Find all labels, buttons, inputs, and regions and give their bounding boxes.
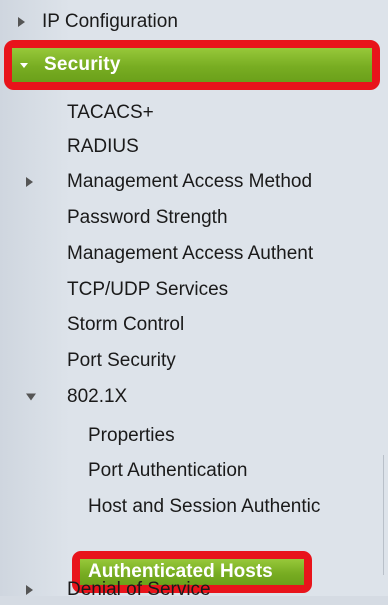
- nav-item-port-authentication[interactable]: Port Authentication: [0, 453, 388, 489]
- nav-item-denial-of-service[interactable]: Denial of Service: [0, 575, 388, 605]
- nav-item-tacacs[interactable]: TACACS+: [0, 95, 388, 131]
- nav-item-label: Port Authentication: [88, 460, 248, 481]
- panel-divider: [383, 455, 384, 575]
- nav-item-802-1x[interactable]: 802.1X: [0, 379, 388, 415]
- nav-item-label: Denial of Service: [67, 579, 211, 600]
- nav-item-properties[interactable]: Properties: [0, 418, 388, 454]
- nav-item-label: TCP/UDP Services: [67, 279, 229, 300]
- nav-item-label: Management Access Authent: [67, 243, 314, 264]
- nav-item-label: TACACS+: [67, 102, 154, 123]
- nav-item-label: Properties: [88, 425, 175, 446]
- nav-item-label: Management Access Method: [67, 171, 313, 192]
- nav-item-tcp-udp-services[interactable]: TCP/UDP Services: [0, 272, 388, 308]
- nav-item-management-access-authentication[interactable]: Management Access Authent: [0, 236, 388, 272]
- nav-item-label: Host and Session Authentic: [88, 496, 321, 517]
- nav-item-management-access-method[interactable]: Management Access Method: [0, 164, 388, 200]
- nav-item-label: Password Strength: [67, 207, 228, 228]
- nav-item-port-security[interactable]: Port Security: [0, 343, 388, 379]
- nav-item-ip-configuration[interactable]: IP Configuration: [0, 4, 388, 40]
- nav-item-label: RADIUS: [67, 136, 139, 157]
- nav-item-password-strength[interactable]: Password Strength: [0, 200, 388, 236]
- security-header-bar: Security: [12, 48, 372, 82]
- nav-item-host-session-authentication[interactable]: Host and Session Authentic: [0, 489, 388, 525]
- nav-item-radius[interactable]: RADIUS: [0, 129, 388, 165]
- expand-arrow-icon[interactable]: [26, 177, 33, 187]
- collapse-arrow-icon: [20, 62, 28, 68]
- nav-item-label: Storm Control: [67, 314, 185, 335]
- expand-arrow-icon[interactable]: [26, 585, 33, 595]
- expand-arrow-icon[interactable]: [18, 17, 25, 27]
- nav-item-label: IP Configuration: [42, 11, 178, 32]
- nav-item-security[interactable]: Security: [4, 40, 380, 90]
- nav-item-label: Port Security: [67, 350, 176, 371]
- nav-item-storm-control[interactable]: Storm Control: [0, 307, 388, 343]
- collapse-arrow-icon[interactable]: [26, 393, 36, 401]
- nav-item-label: Security: [44, 54, 121, 75]
- navigation-tree: IP Configuration Security TACACS+ RADIUS…: [0, 0, 388, 600]
- nav-item-label: 802.1X: [67, 386, 128, 407]
